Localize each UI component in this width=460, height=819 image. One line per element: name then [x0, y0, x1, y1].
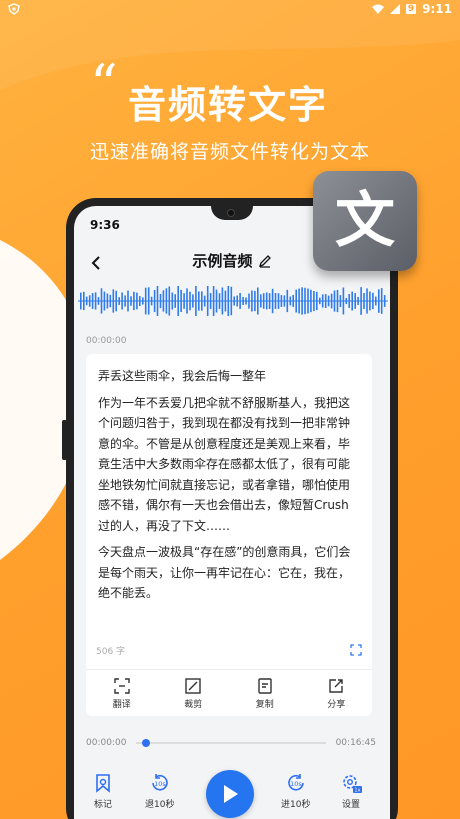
copy-button[interactable]: 复制 [229, 670, 301, 716]
transcript-card: 弄丢这些雨伞，我会后悔一整年 作为一年不丢爱几把伞就不舒服斯基人，我把这个问题归… [86, 354, 372, 716]
wifi-icon [371, 4, 384, 14]
audio-waveform[interactable] [78, 286, 388, 316]
phone-side-button [392, 340, 397, 360]
battery-icon: 9 [405, 4, 417, 14]
crop-label: 裁剪 [184, 699, 203, 710]
copy-label: 复制 [255, 699, 274, 710]
phone-status-time: 9:36 [90, 218, 120, 232]
forward-10-label: 进10秒 [281, 800, 311, 810]
forward-10-button[interactable]: 10s 进10秒 [281, 772, 310, 810]
transcript-paragraph: 作为一年不丢爱几把伞就不舒服斯基人，我把这个问题归咎于，我到现在都没有找到一把非… [98, 395, 351, 533]
play-button[interactable] [206, 770, 254, 818]
bookmark-button[interactable]: 标记 [92, 772, 114, 810]
waveform-baseline [78, 300, 388, 302]
status-time: 9:11 [422, 2, 452, 16]
translate-label: 翻译 [112, 699, 131, 710]
shield-icon [8, 3, 20, 15]
edit-title-icon[interactable] [258, 254, 272, 268]
camera-icon [227, 209, 235, 217]
waveform-start-timestamp: 00:00:00 [86, 336, 127, 346]
forward-10-badge: 10s [290, 780, 302, 788]
settings-button[interactable]: 1x 设置 [340, 772, 362, 810]
share-button[interactable]: 分享 [301, 670, 373, 716]
quote-mark-icon: “ [90, 53, 118, 116]
player-controls: 标记 10s 退10秒 10s 进10秒 1x 设置 [74, 766, 390, 819]
progress-handle[interactable] [142, 739, 150, 747]
settings-label: 设置 [341, 800, 360, 810]
rewind-10-label: 退10秒 [145, 800, 175, 810]
crop-icon [185, 677, 201, 694]
page-subtitle: 迅速准确将音频文件转化为文本 [89, 141, 370, 163]
bookmark-label: 标记 [93, 800, 112, 810]
progress-track[interactable] [136, 742, 326, 744]
text-app-logo: 文 [313, 171, 417, 271]
playback-progress[interactable]: 00:00:00 00:16:45 [86, 736, 376, 750]
transcript-paragraph: 弄丢这些雨伞，我会后悔一整年 [98, 369, 267, 383]
speed-badge: 1x [354, 788, 360, 794]
logo-character: 文 [335, 186, 395, 256]
audio-title: 示例音频 [192, 252, 253, 270]
rewind-10-badge: 10s [154, 780, 166, 788]
share-icon [329, 678, 343, 693]
rewind-10-icon: 10s [151, 774, 168, 791]
forward-10-icon: 10s [287, 774, 304, 791]
translate-icon [114, 677, 130, 694]
transcript-text[interactable]: 弄丢这些雨伞，我会后悔一整年 作为一年不丢爱几把伞就不舒服斯基人，我把这个问题归… [98, 366, 360, 610]
transcript-toolbar: 翻译 裁剪 复制 分享 [86, 669, 372, 716]
status-bar: 9 9:11 [0, 0, 460, 20]
settings-icon: 1x [343, 775, 362, 794]
translate-button[interactable]: 翻译 [86, 670, 158, 716]
fullscreen-icon[interactable] [350, 644, 362, 656]
page-title: 音频转文字 [128, 83, 329, 127]
phone-screen: 9:36 示例音频 00:00:00 弄丢这些雨伞，我会后悔一整年 作为一年不丢… [74, 206, 390, 819]
transcript-paragraph: 今天盘点一波极具“存在感”的创意雨具，它们会是每个雨天，让你一再牢记在心：它在，… [98, 545, 351, 600]
play-icon [224, 785, 238, 803]
bookmark-icon [96, 774, 110, 793]
word-count: 506 字 [96, 647, 126, 657]
phone-side-button [62, 420, 67, 460]
rewind-10-button[interactable]: 10s 退10秒 [145, 772, 174, 810]
phone-side-button [392, 410, 397, 450]
current-time: 00:00:00 [86, 738, 127, 748]
signal-icon [389, 4, 400, 14]
share-label: 分享 [327, 699, 346, 710]
crop-button[interactable]: 裁剪 [158, 670, 230, 716]
copy-icon [258, 677, 272, 694]
total-time: 00:16:45 [335, 738, 376, 748]
